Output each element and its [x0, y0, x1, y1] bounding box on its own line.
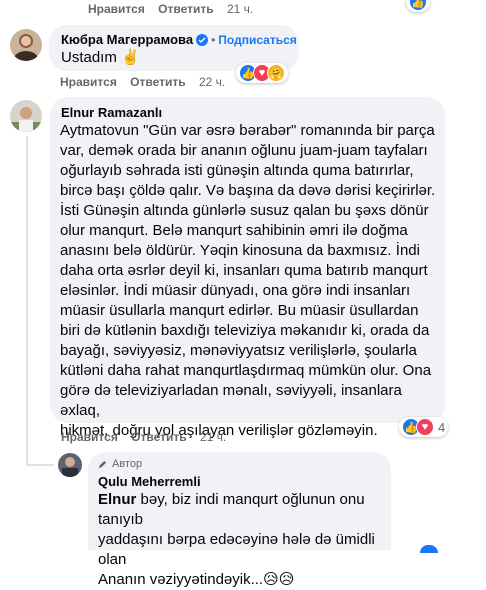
comment-actions: Нравится Ответить 22 ч. — [60, 75, 225, 89]
like-reaction-icon: 👍 — [409, 0, 427, 11]
avatar[interactable] — [10, 100, 42, 132]
comment-line: daha orta əsrlər deyil ki, insanları qum… — [60, 262, 428, 279]
comment-line: var, demək orada bir ananın oğlunu juam-… — [60, 142, 428, 159]
comment-line: anasını belə öldürür. Yəqin kinosuna da … — [60, 242, 420, 259]
top-like-link[interactable]: Нравится — [88, 2, 145, 16]
follow-link[interactable]: Подписаться — [218, 33, 296, 47]
comment-line: kütləni daha rahat manqurtlaşdırmaq mümk… — [60, 362, 432, 379]
comment-text: Elnur bəy, biz indi manqurt oğlunun onu … — [98, 490, 393, 590]
avatar[interactable] — [10, 29, 42, 61]
top-reply-link[interactable]: Ответить — [158, 2, 213, 16]
reactions-summary[interactable] — [420, 545, 438, 553]
comment-bubble: Автор Qulu Meherremli Elnur bəy, biz ind… — [88, 452, 391, 588]
comment-line-rest: bəy, biz indi manqurt oğlunun onu tanıyı… — [98, 491, 365, 528]
comment-time[interactable]: 21 ч. — [200, 430, 226, 444]
comment-text: Ustadım ✌️ — [61, 49, 140, 66]
like-link[interactable]: Нравится — [61, 430, 118, 444]
comment-line: Elnur bəy, biz indi manqurt oğlunun onu … — [98, 490, 393, 530]
avatar[interactable] — [58, 453, 82, 477]
reply-link[interactable]: Ответить — [130, 75, 185, 89]
comment-line: oğurlayıb səhrada isti günəşin altında q… — [60, 162, 414, 179]
comment-text: Aytmatovun "Gün var əsrə bərabər" romanı… — [60, 121, 445, 441]
pen-icon — [98, 460, 107, 468]
comment-line: İsti Günəşin altında günlərlə susuz qala… — [60, 202, 429, 219]
comment-line: Aytmatovun "Gün var əsrə bərabər" romanı… — [60, 122, 435, 139]
reactions-summary[interactable]: 👍 ♥ 4 — [399, 417, 449, 437]
comment-line: eləsinlər. İndi müasir dünyadı, ona görə… — [60, 282, 411, 299]
comment-line: bircə başı çöldə qalır. Və başına da dəv… — [60, 182, 436, 199]
comment-line: biri də kütlənin baxdığı televiziya məka… — [60, 322, 430, 339]
comment-bubble: Elnur Ramazanlı Aytmatovun "Gün var əsrə… — [50, 97, 445, 439]
thread-line — [26, 136, 28, 466]
comment-line: Ananın vəziyyətindəyik...😥😥 — [98, 571, 295, 588]
reply-link[interactable]: Ответить — [131, 430, 186, 444]
comment-line: bayağı, səviyyəsiz, mənəviyyatsız verili… — [60, 342, 417, 359]
comment-actions: Нравится Ответить 21 ч. — [61, 430, 226, 444]
comment-time[interactable]: 22 ч. — [199, 75, 225, 89]
mention-link[interactable]: Elnur — [98, 491, 136, 508]
verified-badge-icon — [196, 33, 209, 46]
love-reaction-icon: ♥ — [416, 418, 434, 436]
comment-line: olur manqurt. Belə manqurt sahibinin əmr… — [60, 222, 408, 239]
comment-line: yaddaşını bərpa edəcəyinə hələ də ümidli… — [98, 531, 375, 568]
reactions-summary[interactable]: 👍 ♥ 🤗 — [236, 63, 288, 83]
author-badge: Автор — [97, 458, 142, 470]
thread-connector — [26, 464, 54, 466]
top-actions: Нравится Ответить 21 ч. — [88, 2, 253, 16]
top-time[interactable]: 21 ч. — [227, 2, 253, 16]
reaction-count: 4 — [438, 419, 446, 435]
comment-author[interactable]: Qulu Meherremli — [98, 474, 201, 489]
top-reactions[interactable]: 👍 — [406, 0, 430, 12]
like-link[interactable]: Нравится — [60, 75, 117, 89]
comment-line: görə də televiziyarladan mənalı, səviyyə… — [60, 382, 402, 419]
comment-author[interactable]: Кюбра Магеррамова — [61, 32, 193, 47]
care-reaction-icon: 🤗 — [267, 64, 285, 82]
author-badge-label: Автор — [112, 458, 143, 470]
comment-line: müasir üsullarla manqurt edirlər. Bu müa… — [60, 302, 419, 319]
comment-author[interactable]: Elnur Ramazanlı — [61, 105, 162, 120]
